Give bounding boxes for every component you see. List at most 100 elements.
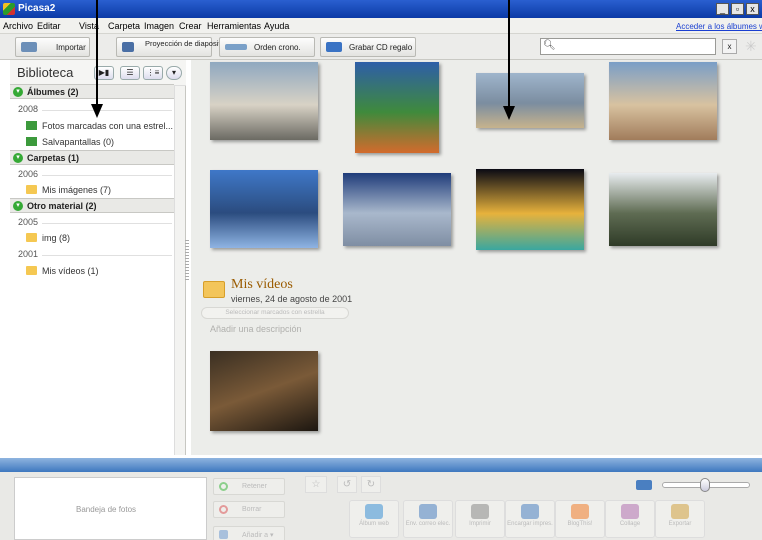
- folder-my-videos[interactable]: Mis vídeos (1): [26, 266, 174, 276]
- photo-thumbnail[interactable]: [210, 62, 318, 140]
- email-button[interactable]: Env. correo elec.: [403, 500, 453, 538]
- year-divider: [42, 110, 172, 111]
- annotation-arrow-head: [91, 104, 103, 118]
- camera-icon: [21, 42, 37, 52]
- title-bar: Picasa2 _ ▫ x: [0, 0, 762, 18]
- search-input[interactable]: [540, 38, 716, 55]
- clear-tray-button[interactable]: Borrar: [213, 501, 285, 518]
- printer-icon: [471, 504, 489, 519]
- menu-bar: Archivo Editar Vista Carpeta Imagen Crea…: [0, 18, 762, 34]
- annotation-arrow: [508, 0, 510, 106]
- section-albums[interactable]: ▾ Álbumes (2): [10, 84, 174, 99]
- menu-imagen[interactable]: Imagen: [144, 21, 174, 31]
- print-button[interactable]: Imprimir: [455, 500, 505, 538]
- web-albums-link[interactable]: Acceder a los álbumes w: [676, 22, 762, 31]
- pane-resize-handle[interactable]: [185, 240, 189, 280]
- import-button[interactable]: Importar: [15, 37, 90, 57]
- folder-icon: [26, 266, 37, 275]
- album-icon: [26, 121, 37, 130]
- add-description-field[interactable]: Añadir una descripción: [210, 324, 302, 334]
- timeline-icon: [225, 44, 247, 50]
- annotation-arrow-head: [503, 106, 515, 120]
- folder-date: viernes, 24 de agosto de 2001: [231, 294, 353, 304]
- divider-bar: [0, 458, 762, 472]
- collage-button[interactable]: Collage: [605, 500, 655, 538]
- export-button[interactable]: Exportar: [655, 500, 705, 538]
- folder-my-images[interactable]: Mis imágenes (7): [26, 185, 174, 195]
- video-thumbnail[interactable]: [210, 351, 318, 431]
- sidebar-scrollbar[interactable]: [174, 86, 185, 455]
- folder-icon: [203, 281, 225, 298]
- gift-cd-button[interactable]: Grabar CD regalo: [320, 37, 416, 57]
- maximize-button[interactable]: ▫: [731, 3, 744, 15]
- cd-icon: [326, 42, 342, 52]
- view-tree-button[interactable]: ⋮≡: [143, 66, 163, 80]
- order-prints-button[interactable]: Encargar impres.: [505, 500, 555, 538]
- annotation-arrow: [96, 0, 98, 104]
- library-menu-button[interactable]: ▾: [166, 66, 182, 80]
- menu-editar[interactable]: Editar: [37, 21, 61, 31]
- photo-thumbnail[interactable]: [355, 62, 439, 153]
- year-label: 2001: [18, 249, 39, 259]
- collage-icon: [621, 504, 639, 519]
- clear-icon: [219, 505, 228, 514]
- collapse-arrow-icon: ▾: [13, 153, 23, 163]
- star-button[interactable]: ☆: [305, 476, 327, 493]
- menu-crear[interactable]: Crear: [179, 21, 202, 31]
- thumbnail-size-icon: [636, 480, 652, 490]
- section-folders[interactable]: ▾ Carpetas (1): [10, 150, 174, 165]
- album-screensaver[interactable]: Salvapantallas (0): [26, 137, 174, 147]
- menu-carpeta[interactable]: Carpeta: [108, 21, 140, 31]
- photo-tray-label: Bandeja de fotos: [76, 505, 137, 514]
- photo-thumbnail[interactable]: [609, 62, 717, 140]
- rotate-left-button[interactable]: ↺: [337, 476, 357, 493]
- collapse-arrow-icon: ▾: [13, 201, 23, 211]
- activity-spinner-icon: ✳: [745, 38, 757, 54]
- year-label: 2005: [18, 217, 39, 227]
- album-add-icon: [219, 530, 228, 539]
- search-icon: 🔍︎: [543, 40, 556, 51]
- picasa-logo-icon: [3, 3, 15, 15]
- blogger-icon: [571, 504, 589, 519]
- album-starred[interactable]: Fotos marcadas con una estrel...: [26, 121, 174, 131]
- section-other-material[interactable]: ▾ Otro material (2): [10, 198, 174, 213]
- photo-thumbnail[interactable]: [210, 170, 318, 248]
- photo-thumbnail[interactable]: [476, 169, 584, 250]
- year-label: 2008: [18, 104, 39, 114]
- email-icon: [419, 504, 437, 519]
- year-label: 2006: [18, 169, 39, 179]
- rotate-right-button[interactable]: ↻: [361, 476, 381, 493]
- order-prints-icon: [521, 504, 539, 519]
- window-title: Picasa2: [18, 3, 56, 14]
- close-button[interactable]: x: [746, 3, 759, 15]
- slideshow-icon: [122, 42, 134, 52]
- retain-button[interactable]: Retener: [213, 478, 285, 495]
- folder-icon: [26, 233, 37, 242]
- menu-ayuda[interactable]: Ayuda: [264, 21, 289, 31]
- menu-archivo[interactable]: Archivo: [3, 21, 33, 31]
- web-album-button[interactable]: Álbum web: [349, 500, 399, 538]
- minimize-button[interactable]: _: [716, 3, 729, 15]
- photo-thumbnail[interactable]: [476, 73, 584, 128]
- folder-title[interactable]: Mis vídeos: [231, 277, 293, 293]
- zoom-slider-handle[interactable]: [700, 478, 710, 492]
- timeline-button[interactable]: Orden crono.: [219, 37, 315, 57]
- photo-thumbnail[interactable]: [343, 173, 451, 246]
- retain-icon: [219, 482, 228, 491]
- search-clear-button[interactable]: x: [722, 39, 737, 54]
- add-to-button[interactable]: Añadir a ▾: [213, 526, 285, 540]
- library-header: Biblioteca ▶▮ ☰ ⋮≡ ▾: [10, 60, 186, 86]
- photo-thumbnail[interactable]: [609, 173, 717, 246]
- web-album-icon: [365, 504, 383, 519]
- view-list-button[interactable]: ☰: [120, 66, 140, 80]
- slideshow-button[interactable]: Proyección de diapositivas: [116, 37, 234, 57]
- select-starred-button[interactable]: Seleccionar marcados con estrella: [201, 307, 349, 319]
- folder-icon: [26, 185, 37, 194]
- folder-img[interactable]: img (8): [26, 233, 174, 243]
- year-divider: [42, 223, 172, 224]
- year-divider: [42, 175, 172, 176]
- menu-herramientas[interactable]: Herramientas: [207, 21, 261, 31]
- blog-this-button[interactable]: BlogThis!: [555, 500, 605, 538]
- collapse-arrow-icon: ▾: [13, 87, 23, 97]
- library-sidebar: Biblioteca ▶▮ ☰ ⋮≡ ▾ ▾ Álbumes (2) 2008 …: [10, 60, 186, 455]
